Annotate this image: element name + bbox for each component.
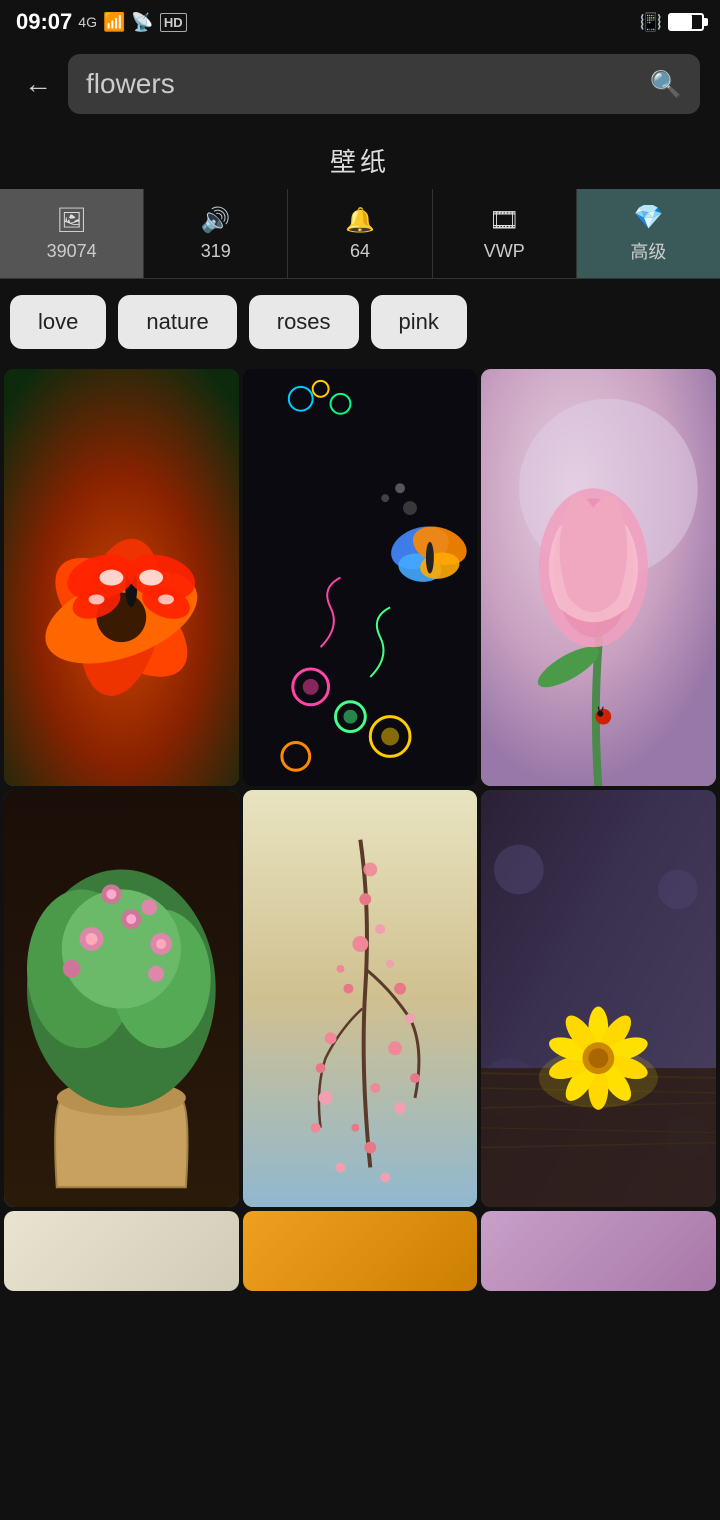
search-query: flowers <box>86 68 640 100</box>
advanced-tab-count: 高级 <box>630 238 666 264</box>
tab-vwp[interactable]: 🎞 VWP <box>433 189 577 278</box>
tab-sound[interactable]: 🔊 319 <box>144 189 288 278</box>
wifi-icon: 📡 <box>131 12 153 33</box>
status-time: 09:07 <box>16 9 72 35</box>
bottom-item-1[interactable] <box>4 1211 239 1291</box>
sound-tab-icon: 🔊 <box>201 206 231 235</box>
hd-badge: HD <box>160 13 187 32</box>
vwp-tab-count: VWP <box>484 241 525 262</box>
image-item-green-flowers[interactable] <box>4 790 239 1207</box>
search-area: ← flowers 🔍 <box>0 44 720 128</box>
signal-bars-icon: 📶 <box>103 12 125 33</box>
tag-love[interactable]: love <box>10 295 106 349</box>
status-bar: 09:07 4G 📶 📡 HD 📳 <box>0 0 720 44</box>
image-item-yellow-flower[interactable] <box>481 790 716 1207</box>
search-icon[interactable]: 🔍 <box>650 69 682 100</box>
sound-tab-count: 319 <box>201 241 231 262</box>
wallpaper-tab-icon: 🖼 <box>56 206 86 235</box>
notification-tab-count: 64 <box>350 241 370 262</box>
tab-advanced[interactable]: 💎 高级 <box>577 189 720 278</box>
tab-notification[interactable]: 🔔 64 <box>288 189 432 278</box>
back-button[interactable]: ← <box>20 64 56 104</box>
image-item-dark-floral[interactable] <box>243 369 478 786</box>
vibrate-icon: 📳 <box>640 12 662 33</box>
advanced-tab-icon: 💎 <box>633 203 663 232</box>
image-item-pink-lily[interactable] <box>481 369 716 786</box>
image-grid-row2 <box>0 790 720 1211</box>
notification-tab-icon: 🔔 <box>345 206 375 235</box>
tags-row: love nature roses pink <box>0 279 720 365</box>
tag-roses[interactable]: roses <box>249 295 359 349</box>
bottom-item-3[interactable] <box>481 1211 716 1291</box>
status-right-icons: 📳 <box>640 12 704 33</box>
wallpaper-tab-count: 39074 <box>47 241 97 262</box>
image-item-pink-branch[interactable] <box>243 790 478 1207</box>
bottom-partial-row <box>0 1211 720 1295</box>
status-time-group: 09:07 4G 📶 📡 HD <box>16 9 187 35</box>
battery-icon <box>668 13 704 31</box>
category-tabs: 🖼 39074 🔊 319 🔔 64 🎞 VWP 💎 高级 <box>0 189 720 279</box>
bottom-item-2[interactable] <box>243 1211 478 1291</box>
vwp-tab-icon: 🎞 <box>489 206 519 235</box>
status-signal-text: 4G <box>78 14 97 30</box>
tab-wallpaper[interactable]: 🖼 39074 <box>0 189 144 278</box>
image-item-orange-butterfly[interactable] <box>4 369 239 786</box>
tag-nature[interactable]: nature <box>118 295 236 349</box>
image-grid <box>0 365 720 790</box>
search-box[interactable]: flowers 🔍 <box>68 54 700 114</box>
page-title: 壁纸 <box>0 128 720 189</box>
tag-pink[interactable]: pink <box>371 295 467 349</box>
